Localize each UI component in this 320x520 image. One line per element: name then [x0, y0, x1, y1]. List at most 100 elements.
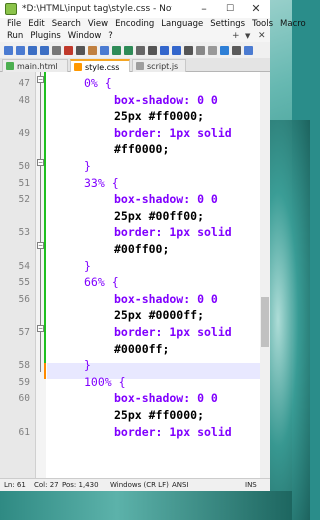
menu-view-item[interactable]: View	[88, 19, 108, 29]
desktop-bottom	[0, 491, 292, 520]
menu-run-item[interactable]: Run	[7, 31, 23, 41]
print-icon[interactable]	[76, 45, 85, 55]
tab-script-js[interactable]: script.js	[132, 59, 186, 72]
new-tab-icon[interactable]: +	[232, 31, 240, 41]
replace-icon[interactable]	[160, 45, 169, 55]
file-modified-icon	[74, 63, 82, 71]
line-number: 57	[18, 327, 30, 338]
open-file-icon[interactable]	[16, 45, 25, 55]
code-line: #ff0000;	[114, 142, 170, 156]
fold-toggle-icon[interactable]: −	[37, 159, 44, 166]
notepadpp-icon	[5, 3, 17, 15]
redo-icon[interactable]	[136, 45, 145, 55]
menu-tools-item[interactable]: Tools	[252, 19, 273, 29]
close-all-icon[interactable]	[64, 45, 73, 55]
code-line: #00ff00;	[114, 242, 170, 256]
code-line: border: 1px solid	[114, 126, 232, 140]
code-line: 0% {	[84, 76, 112, 90]
desktop-wave	[270, 120, 310, 520]
tab-list-icon[interactable]: ▼	[245, 32, 250, 40]
menu-help-item[interactable]: ?	[108, 31, 113, 41]
line-number: 52	[18, 194, 30, 205]
close-tab-icon[interactable]: ✕	[258, 31, 266, 41]
record-macro-icon[interactable]	[244, 45, 253, 55]
code-line: }	[84, 159, 91, 173]
menu-bar: File Edit Search View Encoding Language Settin…	[0, 18, 306, 42]
cut-icon[interactable]	[88, 45, 97, 55]
status-bar: Ln: 61 Col: 27 Pos: 1,430 Windows (CR LF…	[0, 478, 270, 491]
line-number: 48	[18, 95, 30, 106]
close-file-icon[interactable]	[52, 45, 61, 55]
file-saved-icon	[6, 62, 14, 70]
save-icon[interactable]	[28, 45, 37, 55]
code-editor[interactable]: − − − − 47 0% { 48 box-shadow: 0 0 25px #ff0…	[0, 72, 270, 478]
line-number: 53	[18, 227, 30, 238]
code-line: 25px #ff0000;	[114, 109, 205, 123]
code-line: border: 1px solid	[114, 325, 232, 339]
fold-toggle-icon[interactable]: −	[37, 242, 44, 249]
line-number: 54	[18, 261, 30, 272]
code-line: 25px #0000ff;	[114, 308, 205, 322]
menu-macro-item[interactable]: Macro	[280, 19, 306, 29]
indent-guide-icon[interactable]	[232, 45, 241, 55]
code-line: 100% {	[84, 375, 126, 389]
scrollbar-thumb[interactable]	[261, 297, 269, 347]
saved-change-marker	[44, 72, 46, 363]
paste-icon[interactable]	[112, 45, 121, 55]
tab-label: script.js	[147, 62, 179, 71]
undo-icon[interactable]	[124, 45, 133, 55]
show-all-chars-icon[interactable]	[220, 45, 229, 55]
code-line: #0000ff;	[114, 342, 170, 356]
status-encoding: ANSI	[172, 481, 189, 489]
line-number: 51	[18, 178, 30, 189]
menu-language-item[interactable]: Language	[161, 19, 203, 29]
line-number: 55	[18, 277, 30, 288]
menu-encoding-item[interactable]: Encoding	[115, 19, 154, 29]
menu-settings-item[interactable]: Settings	[210, 19, 245, 29]
close-button[interactable]: ✕	[244, 0, 268, 18]
tab-main-html[interactable]: main.html	[2, 59, 68, 72]
minimize-button[interactable]: –	[192, 0, 216, 18]
file-saved-icon	[136, 62, 144, 70]
tab-style-css[interactable]: style.css	[70, 59, 130, 72]
code-line: box-shadow: 0 0	[114, 391, 218, 405]
menu-plugins-item[interactable]: Plugins	[30, 31, 60, 41]
menu-window-item[interactable]: Window	[68, 31, 102, 41]
status-eol: Windows (CR LF)	[110, 481, 169, 489]
title-bar: *D:\HTML\input tag\style.css - Notepad++…	[0, 0, 270, 18]
code-line: box-shadow: 0 0	[114, 292, 218, 306]
new-file-icon[interactable]	[4, 45, 13, 55]
tab-label: main.html	[17, 62, 58, 71]
menu-search-item[interactable]: Search	[52, 19, 81, 29]
save-all-icon[interactable]	[40, 45, 49, 55]
code-line: }	[84, 358, 91, 372]
line-number: 47	[18, 78, 30, 89]
find-icon[interactable]	[148, 45, 157, 55]
line-number: 49	[18, 128, 30, 139]
code-line: border: 1px solid	[114, 225, 232, 239]
menu-file-item[interactable]: File	[7, 19, 21, 29]
sync-scroll-icon[interactable]	[196, 45, 205, 55]
line-number: 58	[18, 360, 30, 371]
code-line: 25px #ff0000;	[114, 408, 205, 422]
vertical-scrollbar[interactable]	[260, 72, 270, 478]
copy-icon[interactable]	[100, 45, 109, 55]
unsaved-change-marker	[44, 363, 46, 379]
toolbar	[0, 42, 270, 58]
word-wrap-icon[interactable]	[208, 45, 217, 55]
code-line: 33% {	[84, 176, 119, 190]
zoom-out-icon[interactable]	[184, 45, 193, 55]
maximize-button[interactable]: ☐	[218, 0, 242, 18]
menu-edit-item[interactable]: Edit	[28, 19, 44, 29]
current-line-highlight	[47, 363, 270, 379]
status-position: Pos: 1,430	[62, 481, 99, 489]
zoom-in-icon[interactable]	[172, 45, 181, 55]
status-insert-mode: INS	[245, 481, 257, 489]
fold-toggle-icon[interactable]: −	[37, 325, 44, 332]
line-number: 61	[18, 427, 30, 438]
tab-label: style.css	[85, 63, 120, 72]
status-line: Ln: 61	[4, 481, 26, 489]
fold-toggle-icon[interactable]: −	[37, 76, 44, 83]
status-column: Col: 27	[34, 481, 59, 489]
code-line: box-shadow: 0 0	[114, 93, 218, 107]
